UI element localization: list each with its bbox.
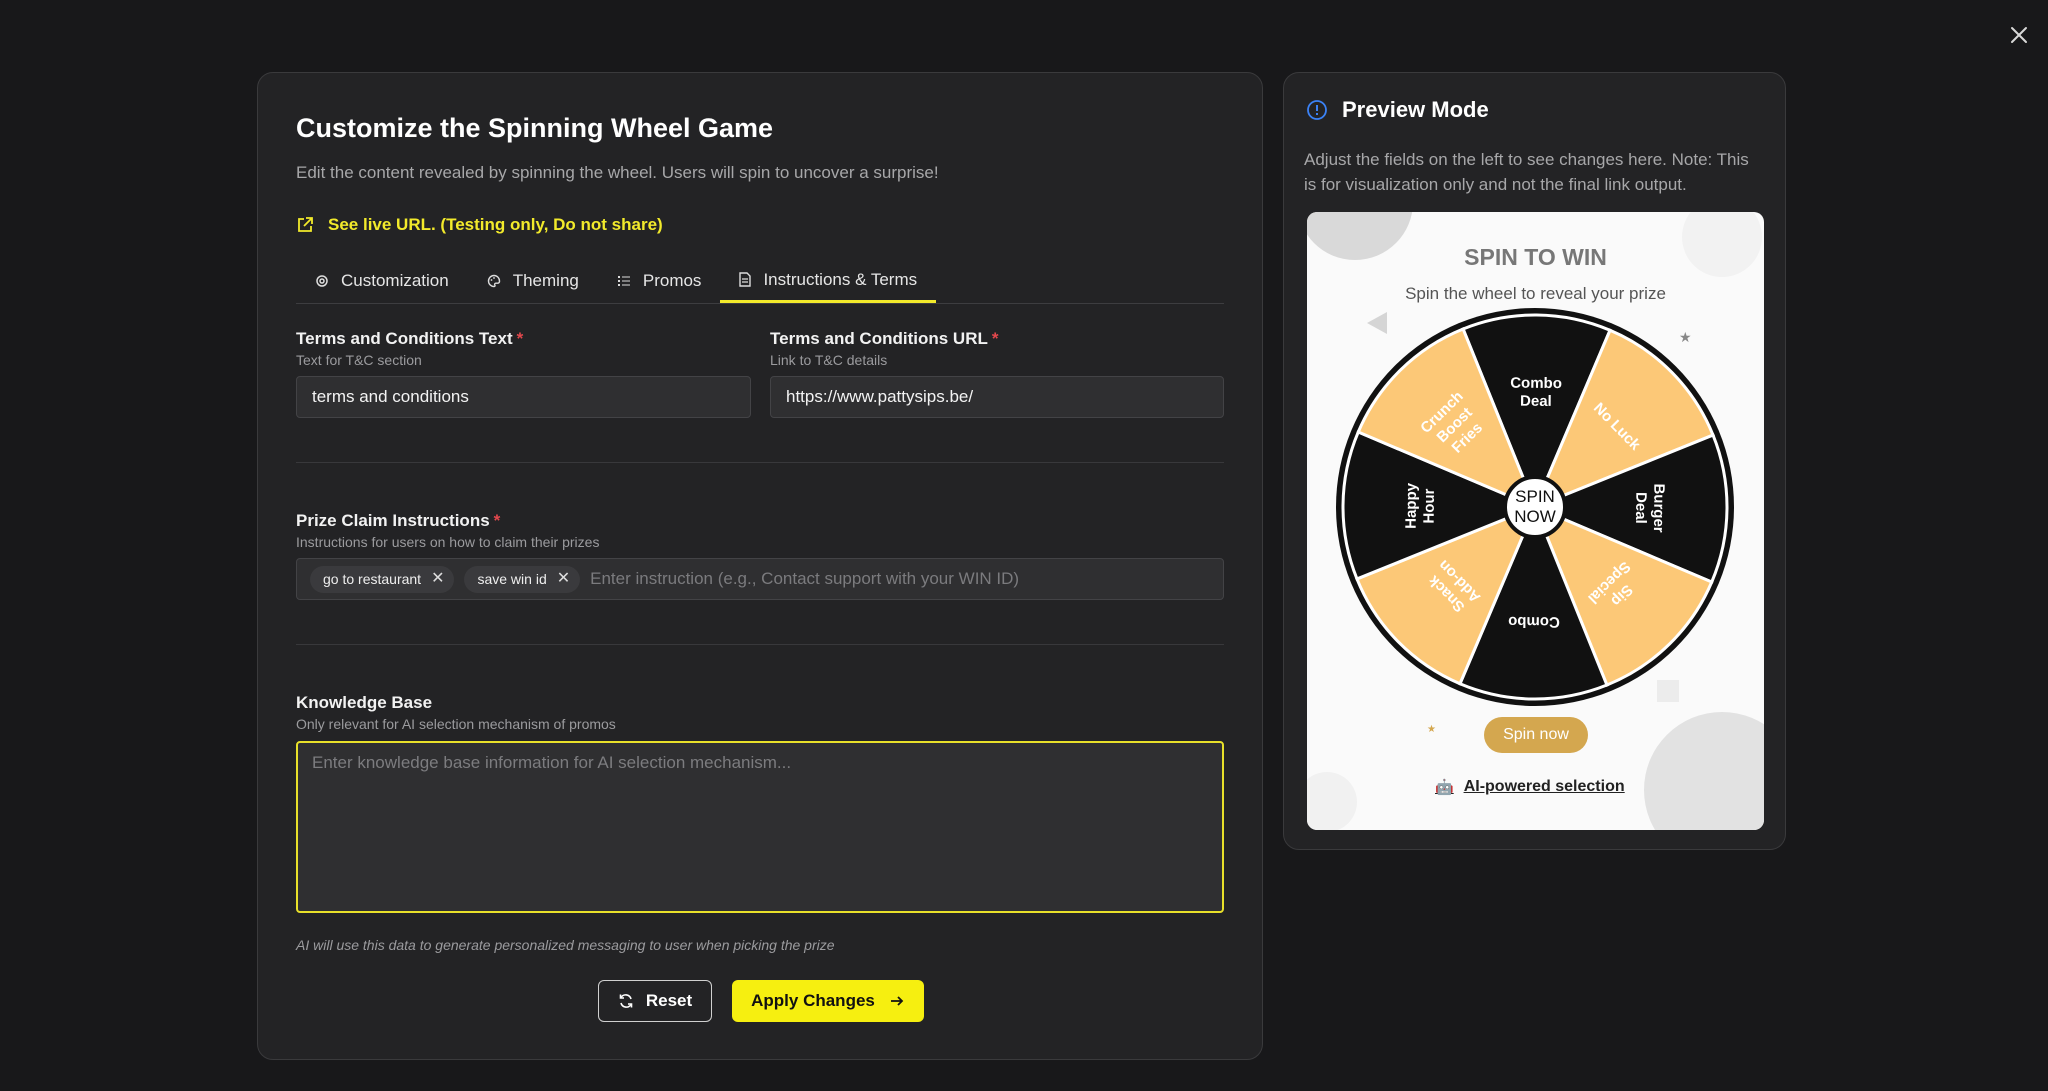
palette-icon [487, 274, 500, 288]
apply-label: Apply Changes [751, 991, 875, 1010]
page-title: Customize the Spinning Wheel Game [296, 113, 774, 143]
prize-claim-tag-input[interactable]: go to restaurant ✕ save win id ✕ Enter i… [296, 558, 1224, 600]
wheel-graphic: ComboDeal No LuckBurgerDealSipSpecialComb… [1336, 308, 1734, 706]
reset-button[interactable]: Reset [598, 980, 712, 1022]
spin-wheel[interactable]: Combo Deal No Luck Burger Deal Sip Special Comb… [1334, 306, 1736, 713]
page-description: Edit the content revealed by spinning th… [296, 163, 939, 182]
terms-url-input[interactable]: https://www.pattysips.be/ [770, 376, 1224, 418]
knowledge-base-label: Knowledge Base [296, 693, 433, 712]
tab-theming[interactable]: Theming [468, 259, 598, 303]
editor-panel: Customize the Spinning Wheel Game Edit t… [257, 72, 1263, 1060]
remove-tag-icon[interactable]: ✕ [557, 571, 570, 587]
live-url-link[interactable]: See live URL. (Testing only, Do not shar… [296, 215, 663, 235]
wheel-segment-label: Combo [1508, 613, 1560, 630]
wheel-segment-text: Happy [1403, 482, 1420, 529]
terms-url-label-text: Terms and Conditions URL [770, 329, 988, 348]
ai-selection-link[interactable]: 🤖 AI-powered selection [1435, 778, 1625, 796]
terms-url-label: Terms and Conditions URL * [770, 329, 998, 349]
tab-label: Theming [512, 271, 579, 290]
terms-url-help: Link to T&C details [770, 352, 888, 368]
terms-text-label: Terms and Conditions Text * [296, 329, 523, 349]
wheel-segment-text: Combo [1508, 613, 1560, 630]
wheel-preview-card: ★ ★ SPIN TO WIN Spin the wheel to reveal… [1307, 212, 1764, 830]
wheel-segment-text: Deal [1520, 393, 1552, 410]
reset-label: Reset [645, 991, 693, 1010]
external-link-icon [298, 217, 313, 232]
required-star: * [493, 511, 501, 530]
preview-title: Preview Mode [1342, 97, 1489, 122]
tag-label: save win id [477, 571, 547, 587]
tag-label: go to restaurant [323, 571, 422, 587]
ai-note: AI will use this data to generate person… [296, 937, 835, 953]
terms-text-input[interactable]: terms and conditions [296, 376, 751, 418]
wheel-center-label-2: NOW [1514, 507, 1556, 526]
tab-bar: Customization Theming Promos Instruction… [296, 259, 1224, 304]
wheel-center-label-1: SPIN [1515, 487, 1555, 506]
wheel-segment-text: Deal [1632, 492, 1649, 524]
wheel-segment-label: Happy Hour [1403, 482, 1438, 529]
divider [296, 644, 1224, 645]
knowledge-base-textarea[interactable]: Enter knowledge base information for AI … [296, 741, 1224, 913]
prize-claim-label-text: Prize Claim Instructions [296, 511, 490, 530]
preview-description: Adjust the fields on the left to see cha… [1304, 150, 1749, 194]
tab-promos[interactable]: Promos [598, 259, 721, 303]
tab-label: Promos [642, 271, 702, 290]
preview-panel: Preview Mode Adjust the fields on the le… [1283, 72, 1786, 850]
ai-selection-label: AI-powered selection [1463, 778, 1625, 795]
terms-text-label-text: Terms and Conditions Text [296, 329, 513, 348]
spin-now-button[interactable]: Spin now [1484, 717, 1588, 753]
required-star: * [991, 329, 999, 348]
wheel-segment-text: Combo [1510, 375, 1562, 392]
required-star: * [516, 329, 524, 348]
remove-tag-icon[interactable]: ✕ [431, 571, 444, 587]
prize-claim-label: Prize Claim Instructions * [296, 511, 500, 531]
tab-instructions-terms[interactable]: Instructions & Terms [720, 259, 937, 303]
tab-customization[interactable]: Customization [296, 259, 468, 303]
wheel-segment-text: Burger [1650, 483, 1667, 532]
tab-label: Customization [341, 271, 449, 290]
card-subtitle: Spin the wheel to reveal your prize [1405, 284, 1666, 303]
instruction-placeholder[interactable]: Enter instruction (e.g., Contact support… [590, 569, 1019, 589]
terms-text-help: Text for T&C section [296, 352, 422, 368]
close-button[interactable] [2006, 22, 2032, 48]
svg-text:★: ★ [1427, 724, 1436, 735]
arrow-right-icon [890, 996, 904, 1006]
gear-icon [316, 275, 328, 287]
divider [296, 462, 1224, 463]
apply-changes-button[interactable]: Apply Changes [732, 980, 924, 1022]
live-url-label: See live URL. (Testing only, Do not shar… [328, 215, 663, 234]
instruction-tag: save win id ✕ [464, 565, 581, 593]
refresh-icon [619, 994, 633, 1008]
document-icon [739, 272, 752, 287]
info-icon [1307, 100, 1327, 120]
tab-label: Instructions & Terms [763, 269, 918, 289]
prize-claim-help: Instructions for users on how to claim t… [296, 534, 600, 550]
knowledge-base-help: Only relevant for AI selection mechanism… [296, 716, 616, 732]
list-icon [617, 276, 630, 286]
close-icon [2011, 27, 2027, 43]
instruction-tag: go to restaurant ✕ [310, 565, 455, 593]
robot-icon: 🤖 [1435, 779, 1454, 796]
wheel-segment-text: Hour [1421, 488, 1438, 523]
card-title: SPIN TO WIN [1464, 244, 1607, 270]
